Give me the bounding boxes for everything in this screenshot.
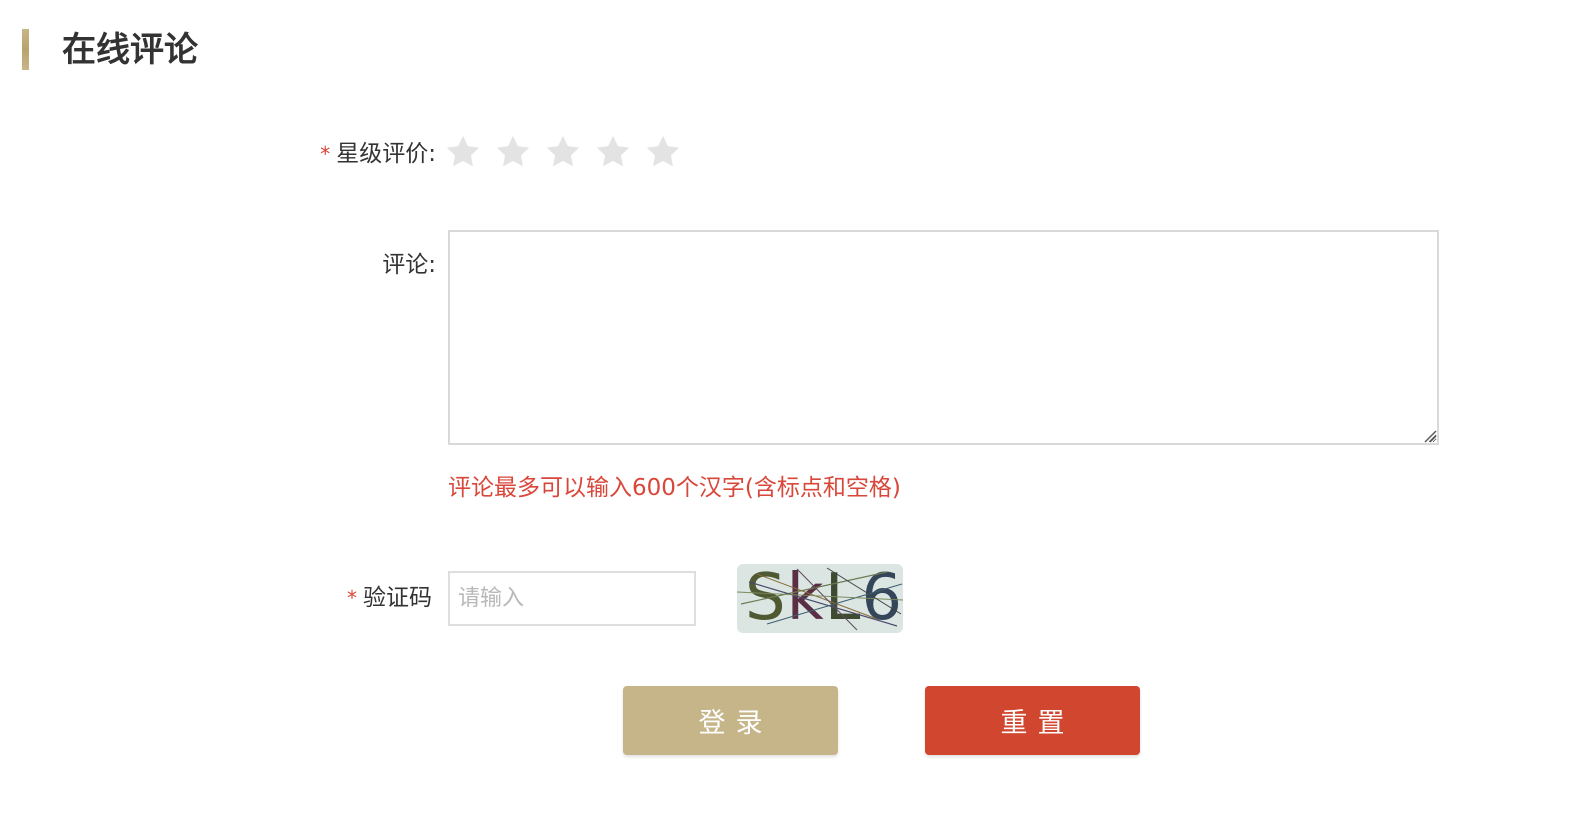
star-icon-5[interactable] [644,133,682,171]
star-icon-1[interactable] [444,133,482,171]
rating-label-text: 星级评价: [336,141,436,167]
page-title: 在线评论 [62,30,198,70]
required-mark: * [320,142,331,166]
reset-button[interactable]: 重置 [925,686,1140,755]
star-rating[interactable] [444,133,682,171]
captcha-label: * 验证码 [347,583,432,613]
comment-hint: 评论最多可以输入600个汉字(含标点和空格) [448,475,901,501]
star-icon-2[interactable] [494,133,532,171]
login-button[interactable]: 登录 [623,686,838,755]
resize-grip-icon[interactable] [1423,429,1437,443]
comment-label: 评论: [382,252,436,278]
star-icon-3[interactable] [544,133,582,171]
title-accent-bar [22,29,29,70]
star-icon-4[interactable] [594,133,632,171]
comment-textarea[interactable] [448,230,1439,445]
required-mark: * [347,586,357,610]
captcha-label-text: 验证码 [363,585,432,611]
captcha-noise-lines [737,567,903,631]
rating-label: * 星级评价: [320,139,436,169]
captcha-input[interactable] [448,571,696,626]
captcha-image[interactable]: SkL6 [737,564,903,633]
